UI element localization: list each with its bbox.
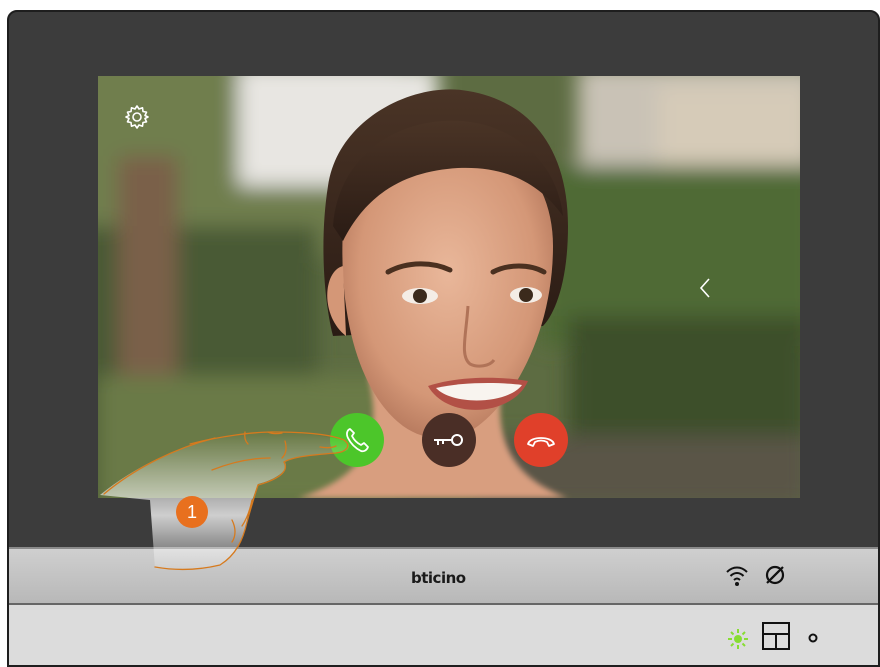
device-base-panel <box>9 605 878 665</box>
door-lock-button[interactable] <box>422 413 476 467</box>
phone-answer-icon <box>346 428 369 453</box>
status-led <box>726 627 750 651</box>
led-sun-icon <box>728 629 748 649</box>
previous-camera-button[interactable] <box>694 276 718 300</box>
base-indicator <box>807 631 819 643</box>
wifi-icon <box>726 566 748 586</box>
brand-logo: bticino <box>411 569 466 587</box>
ringer-status <box>763 563 787 587</box>
small-ring-icon <box>808 633 818 643</box>
step-number-badge: 1 <box>176 496 208 528</box>
gear-icon <box>125 105 149 129</box>
answer-call-button[interactable] <box>330 413 384 467</box>
phone-hangup-icon <box>527 437 555 447</box>
chevron-left-icon <box>699 278 710 298</box>
settings-button[interactable] <box>124 104 150 130</box>
wifi-status <box>725 565 749 587</box>
hangup-call-button[interactable] <box>514 413 568 467</box>
device-bottom-bar: bticino <box>9 547 878 605</box>
ringer-off-icon <box>765 565 785 585</box>
grid-key-icon <box>762 622 790 650</box>
key-icon <box>434 434 463 446</box>
video-screen <box>98 76 800 498</box>
touch-key[interactable] <box>761 621 791 651</box>
video-intercom-device: bticino <box>7 10 880 667</box>
